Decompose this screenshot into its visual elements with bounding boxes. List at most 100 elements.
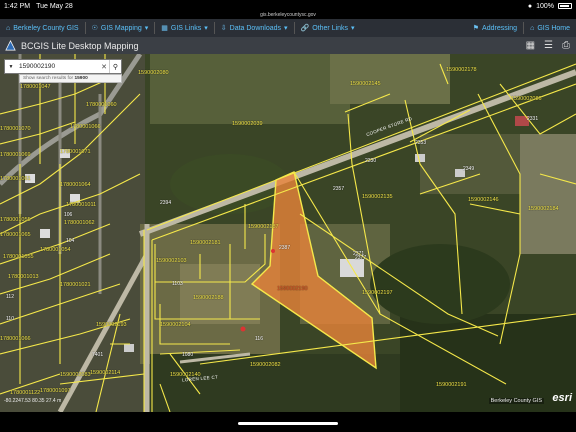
parcel-label: 1590002146 (468, 197, 499, 203)
address-label: 2394 (160, 200, 172, 206)
address-label: 2387 (279, 245, 291, 251)
parcel-label: 1780001065 (0, 232, 31, 238)
address-label: 110 (6, 316, 14, 322)
parcel-label: 1780001060 (86, 102, 117, 108)
map-attribution: Berkeley County GIS (488, 398, 544, 404)
parcel-label: 1590002181 (190, 240, 221, 246)
map-pin-icon: ⚑ (472, 25, 480, 32)
ios-status-bar: 1:42 PM Tue May 28 ● 100% (0, 0, 576, 12)
browser-url[interactable]: gis.berkeleycountysc.gov (0, 12, 576, 19)
parcel-label: 1780001071 (60, 149, 91, 155)
parcel-label: 1780001055 (3, 254, 34, 260)
address-label: 7401 (92, 352, 104, 358)
parcel-label: 1780001054 (40, 247, 71, 253)
battery-icon (558, 3, 572, 9)
address-label: 106 (64, 212, 73, 218)
parcel-label: 1590002145 (350, 81, 381, 87)
parcel-label: 1590002039 (232, 121, 263, 127)
nav-gis-mapping[interactable]: ☉ GIS Mapping ▾ (86, 19, 155, 37)
parcel-label: 1780001013 (8, 274, 39, 280)
home-icon: ⌂ (6, 24, 11, 32)
search-suggestion[interactable]: Show search results for 15900 (19, 74, 122, 83)
nav-other-links[interactable]: 🔗 Other Links ▾ (295, 19, 361, 37)
top-nav-bar: ⌂ Berkeley County GIS ☉ GIS Mapping ▾ ▦ … (0, 19, 576, 37)
parcel-label: 1780001061 (0, 176, 31, 182)
address-label: 2331 (527, 116, 539, 122)
search-bar: ▼ 1590002190 ✕ ⚲ (4, 59, 122, 74)
nav-other-links-label: Other Links (312, 24, 349, 32)
esri-logo[interactable]: esri (552, 392, 572, 404)
app-title-bar: BCGIS Lite Desktop Mapping ▦ ☰ ⎙ (0, 37, 576, 54)
parcel-label: 1780001062 (64, 220, 95, 226)
parcel-label: 1780001021 (60, 282, 91, 288)
layers-icon[interactable]: ☰ (544, 40, 553, 51)
search-source-dropdown[interactable]: ▼ (5, 64, 17, 70)
nav-data-downloads-label: Data Downloads (229, 24, 282, 32)
battery-percent: 100% (536, 2, 554, 10)
parcel-label: 1590002086 (511, 96, 542, 102)
link-icon: 🔗 (300, 25, 310, 32)
download-icon: ⇩ (220, 25, 227, 32)
parcel-label: 1590002191 (436, 382, 467, 388)
parcel-label: 1590002187 (248, 224, 279, 230)
search-input[interactable]: 1590002190 (17, 63, 99, 70)
parcel-label: 1590002114 (90, 370, 121, 376)
map-view[interactable]: 1590002080 1590002145 1590002178 1590002… (0, 54, 576, 412)
address-label: 2330 (365, 158, 377, 164)
close-icon[interactable]: ✕ (99, 63, 109, 71)
parcel-label: 1590002193 (96, 322, 127, 328)
globe-icon: ☉ (91, 25, 98, 32)
parcel-label: 1590002080 (138, 70, 169, 76)
address-label: 1103 (172, 281, 183, 287)
parcel-label: 1780001055 (0, 217, 31, 223)
parcel-label: 1590002184 (528, 206, 559, 212)
parcel-label: 1780001011 (66, 202, 97, 208)
selected-parcel-marker (240, 326, 246, 332)
parcel-label: 1590002104 (160, 322, 191, 328)
parcel-label: 1780001069 (0, 152, 31, 158)
parcel-label: 1590002178 (446, 67, 477, 73)
nav-county-gis[interactable]: ⌂ Berkeley County GIS (0, 19, 85, 37)
clock-date: Tue May 28 (36, 2, 73, 10)
parcel-label: 1590002197 (362, 290, 393, 296)
home-icon: ⌂ (530, 24, 535, 32)
county-logo-icon (5, 40, 16, 51)
home-indicator[interactable] (238, 422, 338, 425)
nav-gis-links[interactable]: ▦ GIS Links ▾ (155, 19, 214, 37)
nav-gis-home[interactable]: ⌂ GIS Home (524, 19, 576, 37)
search-hint-term: 15900 (74, 76, 88, 81)
nav-addressing[interactable]: ⚑ Addressing (467, 19, 523, 37)
parcel-label: 1590002103 (156, 258, 187, 264)
basemap-gallery-icon[interactable]: ▦ (526, 40, 535, 51)
app-title: BCGIS Lite Desktop Mapping (21, 40, 139, 51)
nav-data-downloads[interactable]: ⇩ Data Downloads ▾ (215, 19, 294, 37)
parcel-label: 1590002135 (362, 194, 393, 200)
coordinate-readout: -80.2247.53 80.35 27.4 m (4, 398, 62, 404)
print-icon[interactable]: ⎙ (562, 40, 570, 51)
nav-county-gis-label: Berkeley County GIS (13, 24, 79, 32)
parcel-label: 1780001064 (60, 182, 91, 188)
search-hint-text: Show search results for (23, 76, 75, 81)
parcel-label: 1590002083 (60, 372, 91, 378)
nav-addressing-label: Addressing (482, 24, 518, 32)
parcel-label: 1780001070 (0, 126, 31, 132)
clock-time: 1:42 PM (4, 2, 31, 10)
parcel-label: 1780001066 (0, 336, 31, 342)
address-label: 116 (255, 336, 263, 342)
nav-gis-home-label: GIS Home (537, 24, 570, 32)
parcel-label: 1780001097 (40, 388, 71, 394)
chevron-down-icon: ▾ (351, 25, 355, 32)
address-label: 104 (66, 238, 75, 244)
address-label: 112 (6, 294, 14, 300)
selected-parcel-label: 1590002190 (277, 286, 308, 292)
address-label: 2349 (463, 166, 475, 172)
address-label: 2353 (415, 140, 427, 146)
search-icon[interactable]: ⚲ (109, 60, 121, 73)
wifi-icon: ● (527, 2, 533, 10)
address-label: 2377 (355, 255, 367, 261)
address-label: 1080 (182, 352, 194, 358)
chevron-down-icon: ▾ (204, 25, 208, 32)
nav-gis-mapping-label: GIS Mapping (100, 24, 142, 32)
parcel-label: 1780001122 (10, 390, 41, 396)
chevron-down-icon: ▾ (284, 25, 288, 32)
